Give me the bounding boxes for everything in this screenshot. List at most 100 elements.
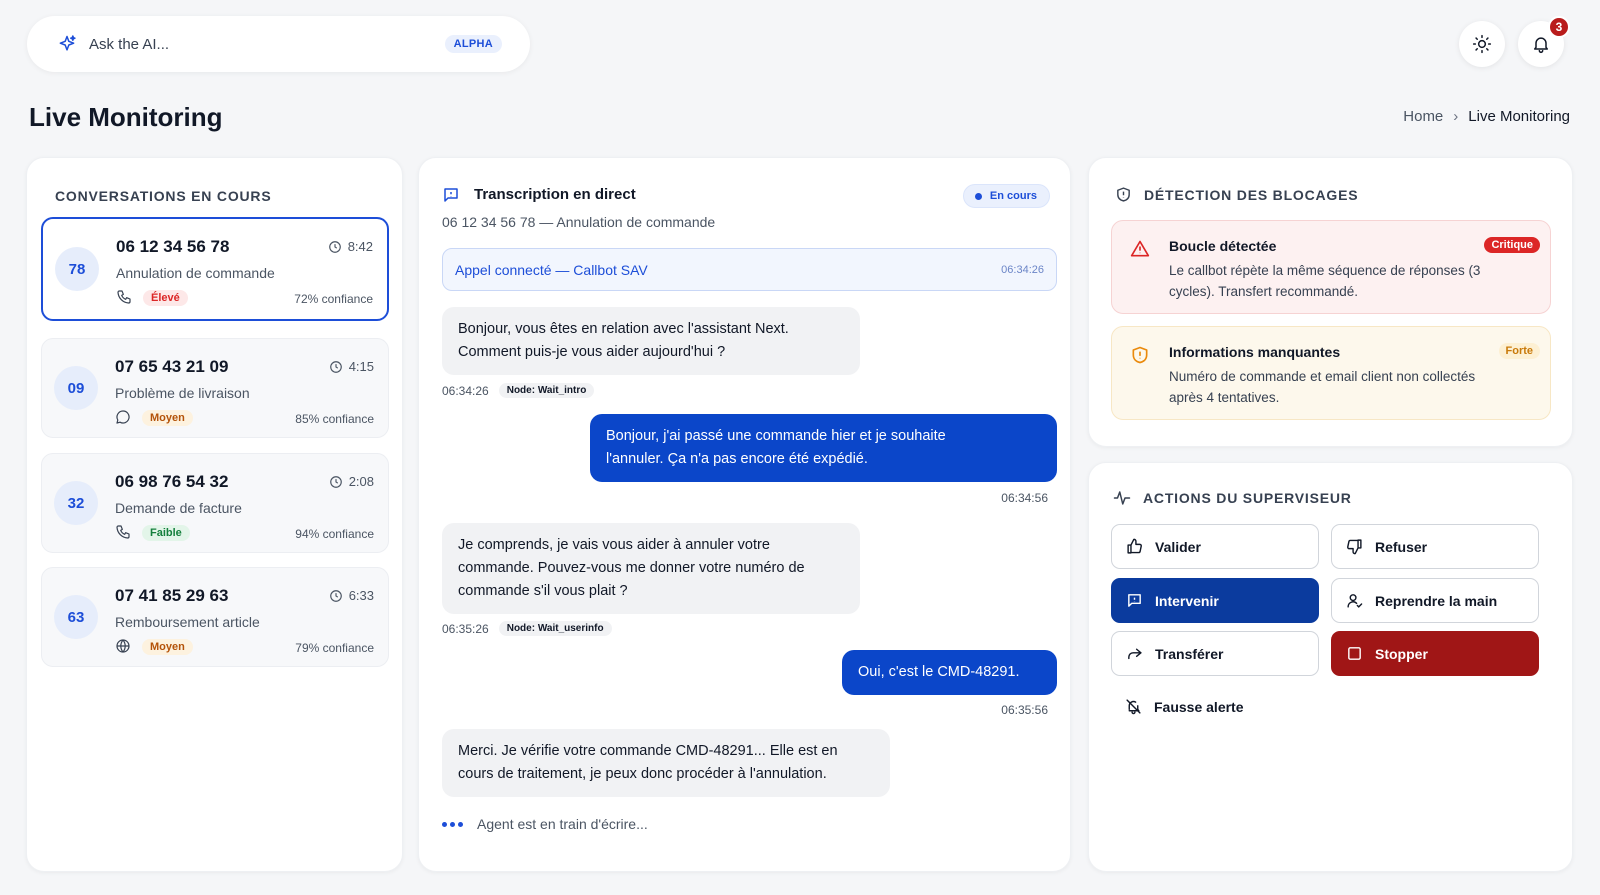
transcription-subtitle: 06 12 34 56 78 — Annulation de commande <box>442 214 716 230</box>
message-square-icon <box>442 186 460 204</box>
shield-alert-icon <box>1115 186 1132 203</box>
avatar: 32 <box>54 481 98 525</box>
avatar: 09 <box>54 366 98 410</box>
stop-button[interactable]: Stopper <box>1331 631 1539 676</box>
transcription-panel: Transcription en direct 06 12 34 56 78 —… <box>418 157 1071 872</box>
message-time: 06:35:26 <box>442 621 489 636</box>
take-over-button[interactable]: Reprendre la main <box>1331 578 1539 623</box>
bell-icon <box>1531 34 1551 54</box>
false-alarm-button[interactable]: Fausse alerte <box>1111 684 1319 729</box>
thumbs-up-icon <box>1126 538 1143 555</box>
clock-icon <box>329 589 342 602</box>
conversation-phone: 07 65 43 21 09 <box>115 357 229 376</box>
alert-critical: Boucle détectée Critique Le callbot répè… <box>1111 220 1551 314</box>
ask-ai-bar[interactable]: Ask the AI... ALPHA <box>27 16 530 72</box>
clock-icon <box>329 360 342 373</box>
bot-message: Je comprends, je vais vous aider à annul… <box>442 523 860 614</box>
bot-message: Merci. Je vérifie votre commande CMD-482… <box>442 729 890 797</box>
breadcrumb-home[interactable]: Home <box>1403 108 1443 125</box>
notification-count-badge: 3 <box>1548 16 1570 38</box>
conversation-duration: 2:08 <box>329 474 374 489</box>
typing-indicator: Agent est en train d'écrire... <box>442 816 648 832</box>
system-message-text: Appel connecté — Callbot SAV <box>455 261 648 278</box>
conversation-reason: Remboursement article <box>115 614 260 630</box>
conversation-reason: Annulation de commande <box>116 265 275 281</box>
transfer-button[interactable]: Transférer <box>1111 631 1319 676</box>
message-meta: 06:35:26 Node: Wait_userinfo <box>442 621 612 636</box>
severity-badge: Forte <box>1498 343 1540 359</box>
confidence-score: 85% confiance <box>295 412 374 426</box>
message-meta: 06:34:26 Node: Wait_intro <box>442 383 595 398</box>
refuse-button[interactable]: Refuser <box>1331 524 1539 569</box>
detection-title: DÉTECTION DES BLOCAGES <box>1144 186 1359 203</box>
message-meta: 06:34:56 <box>1001 491 1048 505</box>
conversation-duration: 8:42 <box>328 239 373 254</box>
stop-square-icon <box>1346 645 1363 662</box>
status-dot-icon <box>974 192 982 200</box>
message-time: 06:34:26 <box>442 383 489 398</box>
sparkle-icon <box>57 34 77 54</box>
forward-arrow-icon <box>1126 645 1143 662</box>
conversation-item[interactable]: 78 06 12 34 56 78 8:42 Annulation de com… <box>41 217 389 321</box>
alert-description: Le callbot répète la même séquence de ré… <box>1169 263 1481 299</box>
activity-icon <box>1113 489 1131 507</box>
conversation-item[interactable]: 09 07 65 43 21 09 4:15 Problème de livra… <box>41 338 389 438</box>
transcription-title: Transcription en direct <box>474 186 636 203</box>
conversations-panel: CONVERSATIONS EN COURS 78 06 12 34 56 78… <box>26 157 403 872</box>
notifications-button[interactable]: 3 <box>1518 16 1570 67</box>
typing-dots-icon <box>442 821 463 827</box>
phone-icon <box>115 524 131 540</box>
shield-warning-icon <box>1130 345 1150 365</box>
priority-badge: Faible <box>142 525 190 541</box>
sun-icon <box>1472 34 1492 54</box>
message-time: 06:35:56 <box>1001 703 1048 717</box>
actions-panel: ACTIONS DU SUPERVISEUR Valider Refuser I… <box>1088 462 1573 872</box>
alert-description: Numéro de commande et email client non c… <box>1169 369 1476 405</box>
node-tag: Node: Wait_intro <box>498 383 595 398</box>
confidence-score: 94% confiance <box>295 527 374 541</box>
theme-toggle-button[interactable] <box>1459 21 1505 67</box>
globe-icon <box>115 638 131 654</box>
user-message: Bonjour, j'ai passé une commande hier et… <box>590 414 1057 482</box>
bell-off-icon <box>1125 698 1142 715</box>
chevron-right-icon: › <box>1453 108 1459 125</box>
status-badge: En cours <box>962 184 1050 208</box>
alert-warning: Informations manquantes Forte Numéro de … <box>1111 326 1551 420</box>
alert-title: Boucle détectée <box>1169 238 1277 254</box>
user-check-icon <box>1346 592 1363 609</box>
message-time: 06:34:56 <box>1001 491 1048 505</box>
message-meta: 06:35:56 <box>1001 703 1048 717</box>
avatar: 78 <box>55 247 99 291</box>
phone-icon <box>116 289 132 305</box>
thumbs-down-icon <box>1346 538 1363 555</box>
clock-icon <box>328 240 341 253</box>
conversation-item[interactable]: 63 07 41 85 29 63 6:33 Remboursement art… <box>41 567 389 667</box>
alert-title: Informations manquantes <box>1169 344 1341 360</box>
message-alert-icon <box>1126 592 1143 609</box>
intervene-button[interactable]: Intervenir <box>1111 578 1319 623</box>
ask-ai-placeholder: Ask the AI... <box>89 35 170 53</box>
priority-badge: Moyen <box>142 410 193 426</box>
conversation-reason: Demande de facture <box>115 500 242 516</box>
system-message-time: 06:34:26 <box>1001 263 1044 276</box>
conversation-reason: Problème de livraison <box>115 385 250 401</box>
bot-message: Bonjour, vous êtes en relation avec l'as… <box>442 307 860 375</box>
validate-button[interactable]: Valider <box>1111 524 1319 569</box>
system-message: Appel connecté — Callbot SAV 06:34:26 <box>442 248 1057 291</box>
priority-badge: Élevé <box>143 290 188 306</box>
breadcrumb: Home › Live Monitoring <box>1403 108 1570 125</box>
page-title: Live Monitoring <box>29 102 223 132</box>
confidence-score: 79% confiance <box>295 641 374 655</box>
conversation-duration: 6:33 <box>329 588 374 603</box>
node-tag: Node: Wait_userinfo <box>498 621 612 636</box>
conversation-item[interactable]: 32 06 98 76 54 32 2:08 Demande de factur… <box>41 453 389 553</box>
conversations-title: CONVERSATIONS EN COURS <box>55 188 272 204</box>
chat-icon <box>115 409 131 425</box>
breadcrumb-current: Live Monitoring <box>1468 108 1570 125</box>
user-message: Oui, c'est le CMD-48291. <box>842 650 1057 695</box>
detection-panel: DÉTECTION DES BLOCAGES Boucle détectée C… <box>1088 157 1573 447</box>
confidence-score: 72% confiance <box>294 292 373 306</box>
conversation-phone: 06 98 76 54 32 <box>115 472 229 491</box>
alpha-badge: ALPHA <box>444 35 502 53</box>
warning-triangle-icon <box>1130 239 1150 259</box>
